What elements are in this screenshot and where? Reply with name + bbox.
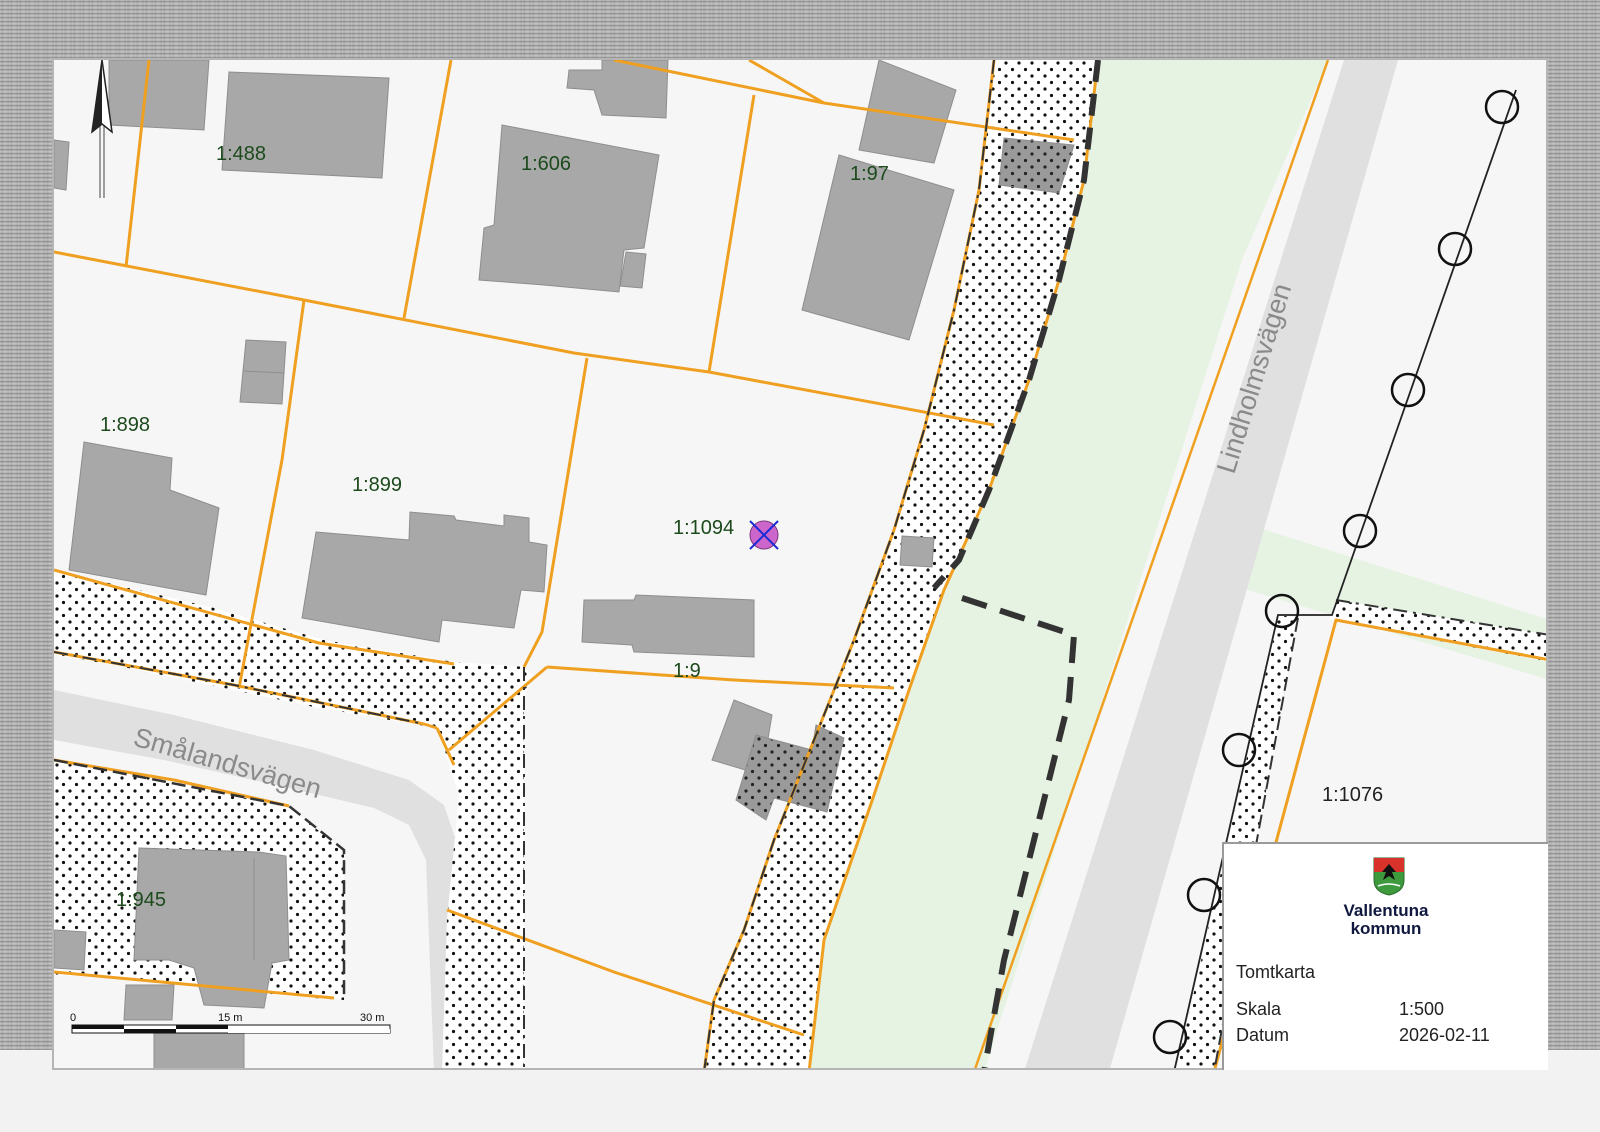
building bbox=[108, 60, 210, 131]
organization-name: Vallentuna kommun bbox=[1224, 902, 1548, 938]
date-value: 2026-02-11 bbox=[1399, 1025, 1490, 1045]
parcel-label-899: 1:899 bbox=[352, 474, 402, 496]
title-block: Vallentuna kommun Tomtkarta Skala 1:500 … bbox=[1222, 842, 1548, 1070]
date-label: Datum bbox=[1236, 1025, 1290, 1045]
parcel-label-945: 1:945 bbox=[116, 889, 166, 911]
parcel-label-1076: 1:1076 bbox=[1322, 784, 1383, 806]
scale-value: 1:500 bbox=[1399, 999, 1445, 1019]
parcel-label-1094: 1:1094 bbox=[673, 517, 734, 539]
scale-bar-mid: 15 m bbox=[218, 1012, 242, 1024]
selected-point-marker-icon[interactable] bbox=[749, 520, 779, 550]
building bbox=[899, 535, 935, 568]
building bbox=[54, 139, 70, 191]
parcel-label-606: 1:606 bbox=[521, 153, 571, 175]
parcel-label-488: 1:488 bbox=[216, 143, 266, 165]
scale-label: Skala bbox=[1236, 999, 1282, 1019]
organization-name-line1: Vallentuna bbox=[1343, 901, 1429, 920]
parcel-label-898: 1:898 bbox=[100, 414, 150, 436]
building bbox=[123, 984, 175, 1021]
scale-bar-zero: 0 bbox=[70, 1012, 76, 1024]
municipality-coat-of-arms-icon bbox=[1373, 857, 1405, 896]
organization-name-line2: kommun bbox=[1350, 919, 1422, 938]
scale-bar-end: 30 m bbox=[360, 1012, 384, 1024]
document-title: Tomtkarta bbox=[1236, 962, 1316, 982]
parcel-label-97: 1:97 bbox=[850, 163, 889, 185]
parcel-label-9: 1:9 bbox=[673, 660, 701, 682]
building bbox=[54, 929, 87, 971]
